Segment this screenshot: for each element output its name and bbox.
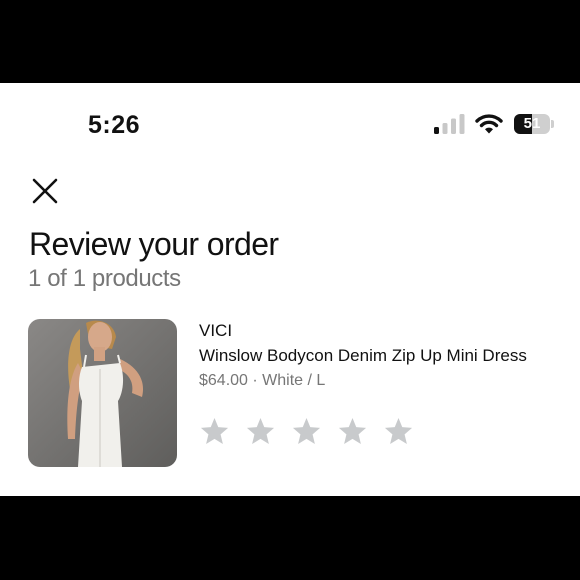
star-icon[interactable] <box>337 416 368 447</box>
star-icon[interactable] <box>291 416 322 447</box>
product-count: 1 of 1 products <box>28 265 181 292</box>
battery-icon: 51 <box>514 114 550 134</box>
product-image <box>28 319 177 467</box>
close-button[interactable] <box>30 176 60 206</box>
product-price-variant: $64.00 · White / L <box>199 372 326 389</box>
star-icon[interactable] <box>245 416 276 447</box>
wifi-icon <box>475 114 503 134</box>
app-screen: 5:26 51 Review your order 1 of 1 product… <box>0 83 580 496</box>
battery-indicator: 51 <box>514 114 554 134</box>
status-time: 5:26 <box>88 111 141 139</box>
star-rating[interactable] <box>199 416 414 447</box>
battery-level: 51 <box>523 115 541 132</box>
product-brand: VICI <box>199 321 233 340</box>
page-title: Review your order <box>29 226 279 262</box>
product-name: Winslow Bodycon Denim Zip Up Mini Dress <box>199 346 527 365</box>
cellular-signal-icon <box>434 114 465 134</box>
star-icon[interactable] <box>383 416 414 447</box>
battery-cap <box>551 120 554 128</box>
star-icon[interactable] <box>199 416 230 447</box>
